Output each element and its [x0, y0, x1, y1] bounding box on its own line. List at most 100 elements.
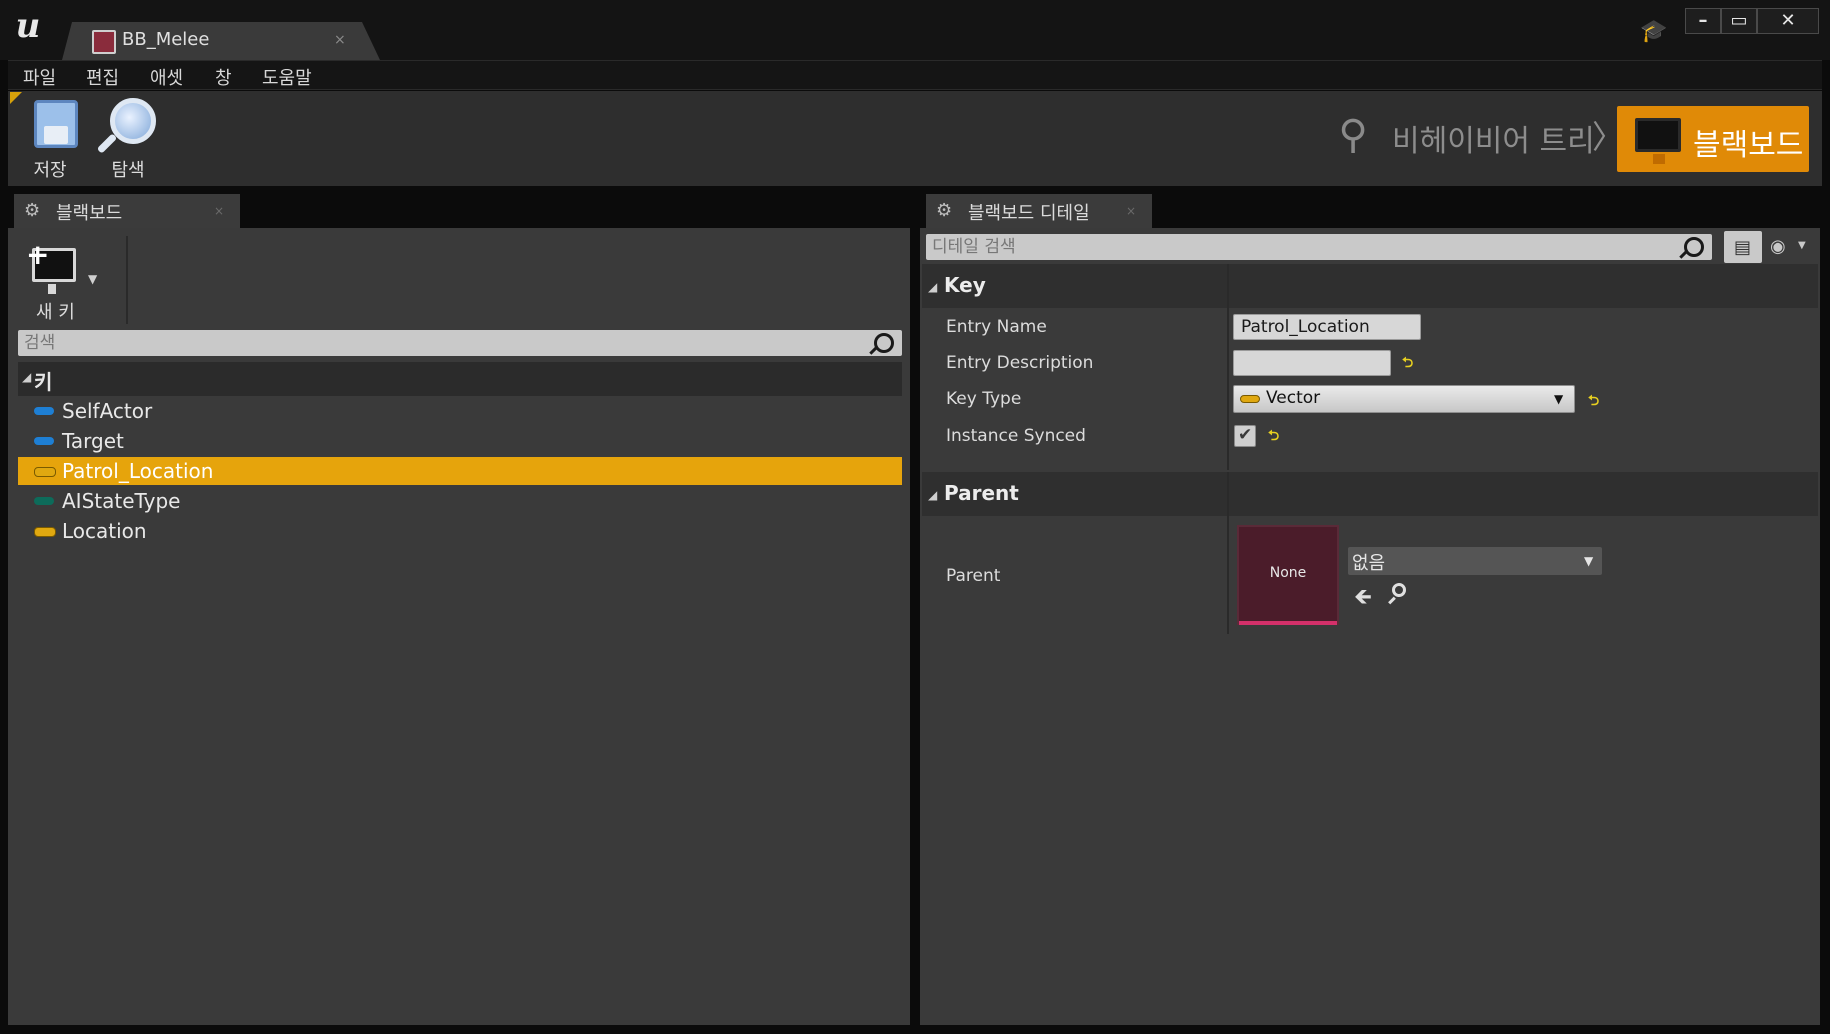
monitor-stand — [48, 284, 56, 294]
tab-blackboard[interactable]: ⚙ 블랙보드 × — [14, 194, 240, 228]
magnifier-icon — [110, 98, 156, 144]
reset-to-default-icon[interactable]: ⮌ — [1402, 352, 1413, 376]
object-key-icon — [34, 407, 54, 415]
blackboard-mode-button[interactable]: 블랙보드 — [1617, 106, 1809, 172]
chevron-down-icon: ▼ — [1554, 392, 1564, 406]
details-tab-label: 블랙보드 디테일 — [968, 203, 1090, 224]
details-panel — [920, 228, 1820, 1025]
key-section-header[interactable]: ◢ Key — [922, 264, 1818, 308]
vector-key-icon — [34, 527, 56, 537]
save-label: 저장 — [33, 160, 67, 181]
key-name: Patrol_Location — [62, 459, 214, 483]
blackboard-icon — [1635, 118, 1681, 152]
vector-key-icon — [1240, 395, 1260, 403]
browse-to-asset-icon[interactable] — [1392, 583, 1406, 597]
maximize-button[interactable]: ▭ — [1721, 8, 1757, 34]
search-icon[interactable] — [1684, 237, 1704, 257]
blackboard-icon-stand — [1653, 154, 1665, 164]
grid-icon: ▤ — [1734, 237, 1752, 258]
enum-key-icon — [34, 497, 54, 505]
vector-key-icon — [34, 467, 56, 477]
key-type-dropdown[interactable]: Vector ▼ — [1233, 385, 1575, 413]
graduation-cap-icon[interactable]: 🎓 — [1640, 18, 1668, 46]
key-type-value: Vector — [1266, 388, 1321, 408]
key-row-selected[interactable]: Patrol_Location — [18, 457, 902, 485]
blackboard-tab-label: 블랙보드 — [56, 203, 123, 224]
new-key-button[interactable]: + ▼ 새 키 — [26, 238, 106, 323]
property-matrix-button[interactable]: ▤ — [1724, 231, 1762, 263]
parent-label: Parent — [946, 566, 1001, 586]
key-name: Target — [62, 429, 124, 453]
save-icon-label-area — [44, 126, 68, 144]
key-category-label: 키 — [34, 370, 53, 394]
tab-blackboard-details[interactable]: ⚙ 블랙보드 디테일 × — [926, 194, 1152, 228]
details-tab-close-icon[interactable]: × — [1126, 204, 1136, 218]
unreal-logo-icon: u — [15, 6, 41, 46]
thumbnail-label: None — [1269, 565, 1307, 581]
minimize-button[interactable]: – — [1685, 8, 1721, 34]
reset-to-default-icon[interactable]: ⮌ — [1588, 390, 1599, 414]
chevron-down-icon: ▼ — [88, 272, 98, 286]
behavior-tree-mode-label: 비헤이비어 트리 — [1392, 124, 1595, 159]
entry-name-label: Entry Name — [946, 317, 1047, 337]
browse-button[interactable]: 탐색 — [92, 96, 164, 182]
column-divider[interactable] — [1227, 472, 1229, 634]
menu-file[interactable]: 파일 — [23, 64, 56, 90]
key-row[interactable]: SelfActor — [18, 397, 902, 425]
menu-edit[interactable]: 편집 — [86, 64, 119, 90]
parent-asset-dropdown[interactable]: 없음 ▼ — [1348, 547, 1602, 575]
key-search-input[interactable] — [24, 330, 868, 356]
asset-tab-label: BB_Melee — [122, 29, 210, 50]
key-name: SelfActor — [62, 399, 153, 423]
menu-asset[interactable]: 애셋 — [150, 64, 183, 90]
collapse-triangle-icon[interactable]: ◢ — [22, 370, 31, 384]
close-window-button[interactable]: ✕ — [1757, 8, 1819, 34]
key-row[interactable]: Location — [18, 517, 902, 545]
blackboard-mode-label: 블랙보드 — [1693, 128, 1804, 163]
key-name: AIStateType — [62, 489, 181, 513]
instance-synced-checkbox[interactable]: ✔ — [1234, 425, 1256, 447]
entry-description-label: Entry Description — [946, 353, 1094, 373]
new-key-label: 새 키 — [36, 302, 75, 323]
key-row[interactable]: Target — [18, 427, 902, 455]
details-search-field[interactable] — [926, 234, 1712, 260]
asset-thumbnail[interactable]: None — [1237, 525, 1339, 625]
eye-icon[interactable]: ◉ — [1770, 236, 1786, 257]
menu-help[interactable]: 도움말 — [262, 64, 312, 90]
entry-description-field[interactable] — [1233, 350, 1391, 376]
details-search-input[interactable] — [932, 234, 1678, 260]
key-search-field[interactable] — [18, 330, 902, 356]
entry-name-field[interactable]: Patrol_Location — [1233, 314, 1421, 340]
key-section-title: Key — [944, 273, 986, 297]
asset-type-bar — [1239, 621, 1337, 625]
plus-icon: + — [26, 238, 50, 271]
collapse-triangle-icon[interactable]: ◢ — [928, 280, 937, 294]
key-type-label: Key Type — [946, 389, 1022, 409]
key-name: Location — [62, 519, 147, 543]
details-tab-icon: ⚙ — [936, 200, 953, 221]
chevron-down-icon[interactable]: ▼ — [1798, 240, 1806, 251]
toolbar-divider — [126, 236, 128, 324]
menu-window[interactable]: 창 — [215, 64, 232, 90]
parent-asset-value: 없음 — [1352, 553, 1386, 574]
blackboard-asset-icon — [92, 30, 116, 54]
behavior-tree-mode-button[interactable]: ⚲ 비헤이비어 트리 — [1328, 106, 1608, 166]
behavior-tree-icon: ⚲ — [1338, 112, 1368, 158]
browse-label: 탐색 — [111, 160, 145, 181]
blackboard-tab-close-icon[interactable]: × — [214, 204, 224, 218]
key-row[interactable]: AIStateType — [18, 487, 902, 515]
instance-synced-label: Instance Synced — [946, 426, 1086, 446]
checkmark-icon: ✔ — [1238, 425, 1253, 445]
save-button[interactable]: 저장 — [14, 96, 86, 182]
reset-to-default-icon[interactable]: ⮌ — [1268, 425, 1279, 449]
object-key-icon — [34, 437, 54, 445]
asset-tab-close-icon[interactable]: × — [334, 32, 346, 48]
key-category-header[interactable]: ◢ 키 — [18, 362, 902, 396]
search-icon[interactable] — [874, 333, 894, 353]
parent-section-header[interactable]: ◢ Parent — [922, 472, 1818, 516]
use-selected-asset-icon[interactable]: 🡸 — [1354, 580, 1372, 618]
collapse-triangle-icon[interactable]: ◢ — [928, 488, 937, 502]
blackboard-tab-icon: ⚙ — [24, 200, 41, 221]
chevron-down-icon: ▼ — [1584, 554, 1594, 568]
column-divider[interactable] — [1227, 264, 1229, 470]
